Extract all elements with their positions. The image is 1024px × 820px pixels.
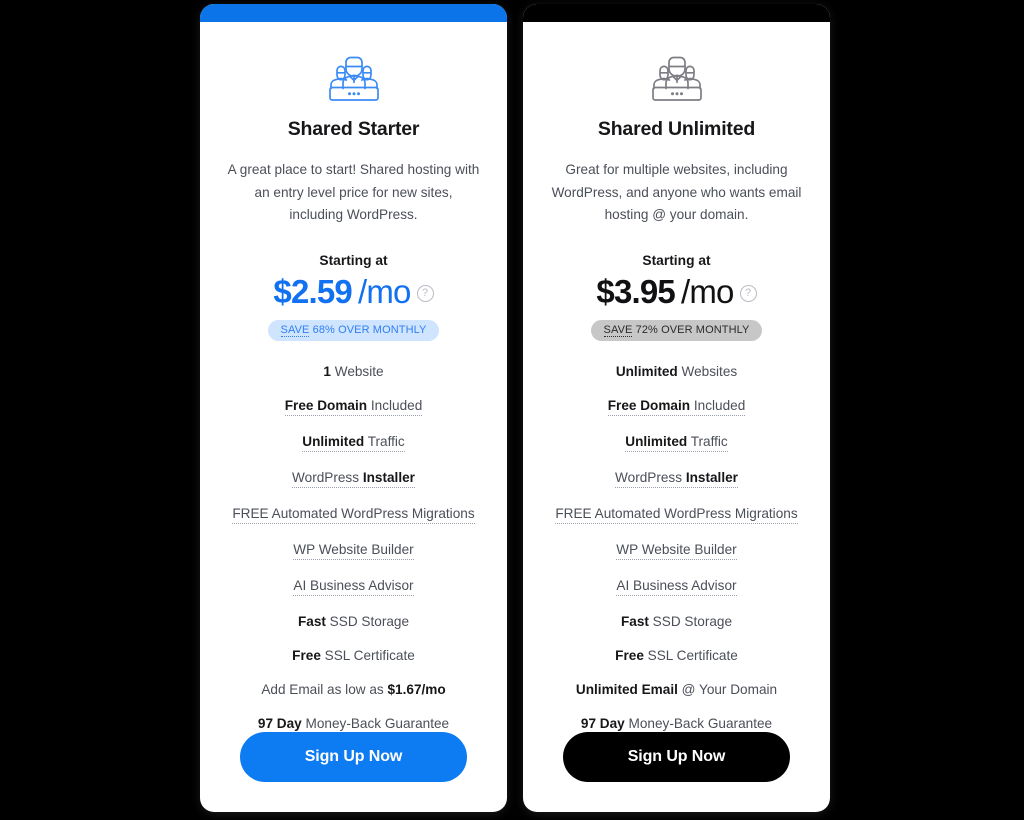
feature-item-5[interactable]: WP Website Builder	[616, 541, 737, 560]
card-top-accent-bar	[200, 4, 507, 22]
feature-text: Money-Back Guarantee	[624, 715, 773, 731]
feature-item-1[interactable]: Free Domain Included	[607, 397, 746, 416]
price-row: $3.95/mo?	[596, 272, 757, 310]
feature-item-2[interactable]: Unlimited Traffic	[302, 433, 405, 452]
feature-text: WordPress	[615, 469, 686, 485]
feature-item-7: Fast SSD Storage	[298, 613, 409, 630]
price-amount: $3.95	[596, 272, 675, 310]
feature-item-0: 1 Website	[323, 363, 383, 380]
feature-highlight: Free	[615, 647, 644, 663]
feature-text: FREE Automated WordPress Migrations	[555, 505, 798, 521]
team-support-icon	[328, 56, 379, 101]
team-support-icon	[651, 56, 702, 101]
card-content: Shared Starter A great place to start! Sh…	[200, 22, 507, 812]
feature-text: AI Business Advisor	[293, 577, 414, 593]
feature-item-2[interactable]: Unlimited Traffic	[625, 433, 728, 452]
feature-text: SSD Storage	[325, 613, 410, 629]
feature-highlight: Unlimited Email	[575, 681, 678, 697]
feature-item-0: Unlimited Websites	[616, 363, 737, 380]
feature-item-3[interactable]: WordPress Installer	[615, 469, 738, 488]
feature-text: WP Website Builder	[616, 541, 737, 557]
cta-container: Sign Up Now	[218, 731, 489, 812]
feature-list: 1 Website Free Domain Included Unlimited T…	[218, 363, 489, 732]
feature-item-8: Free SSL Certificate	[292, 647, 415, 664]
feature-text: AI Business Advisor	[616, 577, 737, 593]
feature-highlight: Fast	[297, 613, 326, 629]
price-period: /mo	[357, 272, 411, 310]
feature-item-4[interactable]: FREE Automated WordPress Migrations	[232, 505, 475, 524]
plan-description: A great place to start! Shared hosting w…	[227, 162, 480, 222]
feature-highlight: Installer	[685, 469, 738, 485]
cta-container: Sign Up Now	[541, 731, 812, 812]
feature-highlight: Free	[292, 647, 321, 663]
save-badge[interactable]: SAVE 68% OVER MONTHLY	[267, 319, 440, 341]
feature-text: SSL Certificate	[643, 647, 738, 663]
feature-highlight: 97 Day	[580, 715, 625, 731]
feature-text: @ Your Domain	[677, 681, 778, 697]
card-top-accent-bar	[523, 4, 830, 22]
sign-up-now-button[interactable]: Sign Up Now	[563, 731, 790, 782]
feature-text: Money-Back Guarantee	[301, 715, 450, 731]
feature-text: SSL Certificate	[320, 647, 415, 663]
feature-highlight: Free Domain	[607, 397, 691, 413]
save-badge-rest: 72% OVER MONTHLY	[632, 323, 750, 336]
feature-item-10: 97 Day Money-Back Guarantee	[581, 715, 772, 732]
feature-highlight: Fast	[620, 613, 649, 629]
plan-description: Great for multiple websites, including W…	[551, 162, 802, 222]
feature-text: WordPress	[292, 469, 363, 485]
feature-item-3[interactable]: WordPress Installer	[292, 469, 415, 488]
card-content: Shared Unlimited Great for multiple websi…	[523, 22, 830, 812]
plan-title: Shared Unlimited	[597, 118, 756, 140]
feature-item-9: Add Email as low as $1.67/mo	[261, 681, 445, 698]
feature-item-6[interactable]: AI Business Advisor	[616, 577, 737, 596]
feature-item-6[interactable]: AI Business Advisor	[293, 577, 414, 596]
price-period: /mo	[680, 272, 734, 310]
feature-highlight: Installer	[362, 469, 415, 485]
feature-highlight: Unlimited	[615, 363, 678, 379]
save-badge-word: SAVE	[280, 323, 310, 337]
sign-up-now-button[interactable]: Sign Up Now	[240, 731, 467, 782]
feature-text: Website	[330, 363, 384, 379]
feature-highlight: 97 Day	[257, 715, 302, 731]
feature-text: Traffic	[364, 433, 405, 449]
feature-item-7: Fast SSD Storage	[621, 613, 732, 630]
feature-item-1[interactable]: Free Domain Included	[284, 397, 423, 416]
question-mark-circle-icon[interactable]: ?	[416, 285, 434, 303]
pricing-page: Shared Starter A great place to start! Sh…	[0, 0, 1024, 820]
question-mark-circle-icon[interactable]: ?	[739, 285, 757, 303]
feature-item-4[interactable]: FREE Automated WordPress Migrations	[555, 505, 798, 524]
feature-text: Add Email as low as	[261, 681, 388, 697]
feature-highlight: Unlimited	[302, 433, 365, 449]
pricing-card-shared-starter: Shared Starter A great place to start! Sh…	[200, 4, 507, 812]
feature-text: FREE Automated WordPress Migrations	[232, 505, 475, 521]
save-badge[interactable]: SAVE 72% OVER MONTHLY	[590, 319, 763, 341]
feature-item-8: Free SSL Certificate	[615, 647, 738, 664]
feature-text: Included	[367, 397, 423, 413]
feature-highlight: Free Domain	[284, 397, 368, 413]
feature-text: Websites	[677, 363, 738, 379]
save-badge-rest: 68% OVER MONTHLY	[309, 323, 427, 336]
feature-item-10: 97 Day Money-Back Guarantee	[258, 715, 449, 732]
feature-list: Unlimited Websites Free Domain Included Un…	[541, 363, 812, 732]
feature-highlight: 1	[323, 363, 331, 379]
starting-at-label: Starting at	[319, 252, 388, 268]
price-amount: $2.59	[273, 272, 352, 310]
feature-text: Traffic	[687, 433, 728, 449]
plan-title: Shared Starter	[287, 118, 420, 140]
feature-item-5[interactable]: WP Website Builder	[293, 541, 414, 560]
pricing-card-shared-unlimited: Shared Unlimited Great for multiple websi…	[523, 4, 830, 812]
feature-text: Included	[690, 397, 746, 413]
save-badge-word: SAVE	[603, 323, 633, 337]
feature-highlight: Unlimited	[625, 433, 688, 449]
feature-text: WP Website Builder	[293, 541, 414, 557]
starting-at-label: Starting at	[642, 252, 711, 268]
feature-text: SSD Storage	[648, 613, 733, 629]
feature-highlight: $1.67/mo	[387, 681, 446, 697]
price-row: $2.59/mo?	[273, 272, 434, 310]
feature-item-9: Unlimited Email @ Your Domain	[576, 681, 777, 698]
